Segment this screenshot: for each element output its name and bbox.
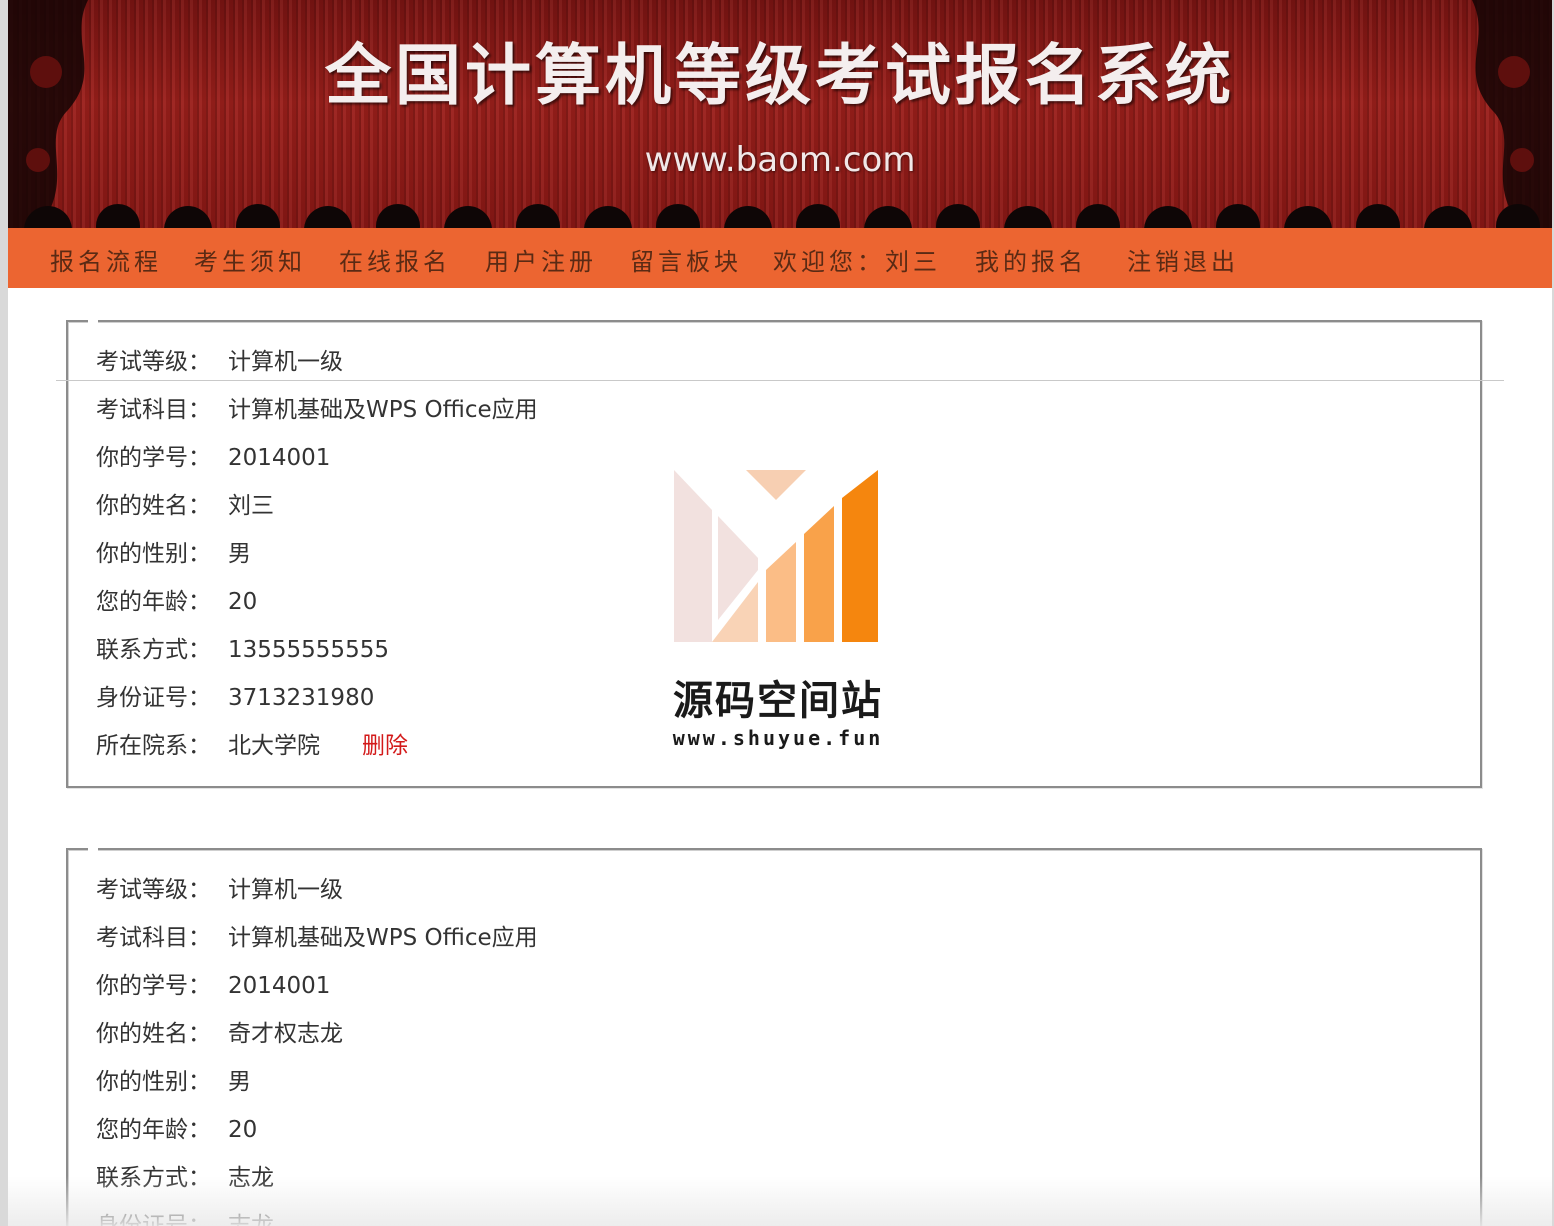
- registration-record: 考试等级： 计算机一级 考试科目： 计算机基础及WPS Office应用 你的学号：…: [66, 847, 1482, 1226]
- nav-my-signup[interactable]: 我的报名: [975, 242, 1087, 277]
- record-row-student-id: 你的学号： 2014001: [96, 973, 331, 999]
- record-row-student-id: 你的学号： 2014001: [96, 445, 331, 471]
- record-row-gender: 你的性别：男: [96, 541, 251, 567]
- site-url: www.baom.com: [644, 140, 916, 180]
- watermark-url: www.shuyue.fun: [672, 726, 884, 750]
- record-row-id-number: 身份证号： 志龙: [96, 1213, 274, 1226]
- divider: [56, 380, 1504, 381]
- nav-logout[interactable]: 注销退出: [1127, 242, 1239, 277]
- nav-online-signup[interactable]: 在线报名: [339, 242, 451, 277]
- nav-user-register[interactable]: 用户注册: [485, 242, 597, 277]
- record-row-gender: 你的性别：男: [96, 1069, 251, 1095]
- site-title: 全国计算机等级考试报名系统: [325, 37, 1235, 114]
- record-row-subject: 考试科目： 计算机基础及WPS Office应用: [96, 397, 538, 423]
- nav-exam-notice[interactable]: 考生须知: [194, 242, 306, 277]
- record-row-level: 考试等级： 计算机一级: [96, 349, 343, 375]
- record-row-name: 你的姓名： 刘三: [96, 493, 274, 519]
- nav-signup-process[interactable]: 报名流程: [50, 242, 162, 277]
- record-row-id-number: 身份证号： 3713231980: [96, 685, 375, 711]
- record-row-subject: 考试科目： 计算机基础及WPS Office应用: [96, 925, 538, 951]
- page: 全国计算机等级考试报名系统 www.baom.com 报名流程 考生须知 在线报…: [8, 0, 1552, 1226]
- main-nav: 报名流程 考生须知 在线报名 用户注册 留言板块 欢迎您：刘三 我的报名 注销退…: [8, 228, 1552, 288]
- record-row-contact: 联系方式： 13555555555: [96, 637, 389, 663]
- record-row-level: 考试等级： 计算机一级: [96, 877, 343, 903]
- delete-link[interactable]: 删除: [362, 726, 408, 760]
- watermark: 源码空间站 www.shuyue.fun: [658, 470, 898, 760]
- record-row-name: 你的姓名： 奇才权志龙: [96, 1021, 343, 1047]
- watermark-name: 源码空间站: [673, 678, 883, 724]
- watermark-logo-icon: [674, 470, 878, 642]
- scallop-ornament-icon: [24, 204, 1540, 228]
- record-row-age: 您的年龄： 20: [96, 1117, 258, 1143]
- record-row-department: 所在院系： 北大学院 删除: [96, 726, 408, 766]
- record-row-age: 您的年龄： 20: [96, 589, 258, 615]
- record-row-contact: 联系方式： 志龙: [96, 1165, 274, 1191]
- nav-welcome-user[interactable]: 欢迎您：刘三: [773, 242, 941, 277]
- nav-message-board[interactable]: 留言板块: [630, 242, 742, 277]
- header-banner: 全国计算机等级考试报名系统 www.baom.com: [8, 0, 1552, 228]
